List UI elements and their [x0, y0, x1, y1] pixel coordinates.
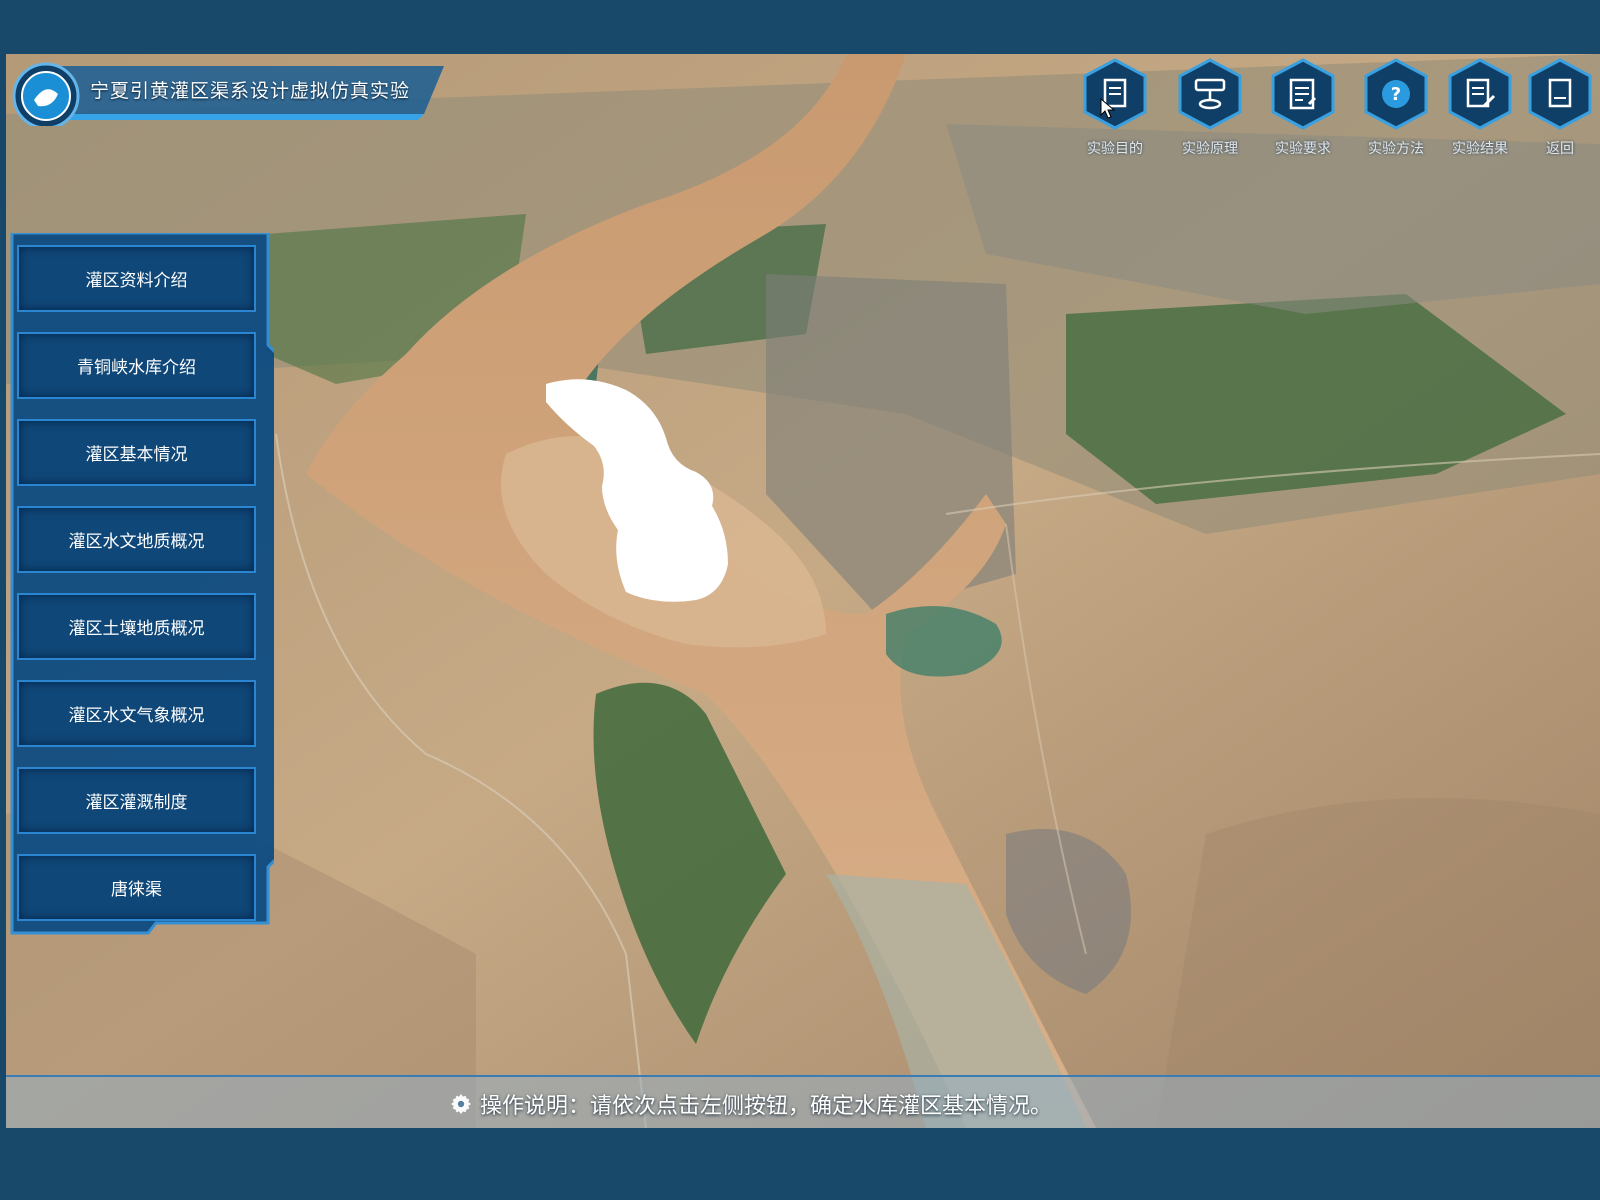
app-title: 宁夏引黄灌区渠系设计虚拟仿真实验 [90, 80, 411, 102]
bottom-frame [0, 1128, 1600, 1200]
sidebar-item-hydrogeology[interactable]: 灌区水文地质概况 [17, 506, 256, 573]
toolbar-label: 返回 [1546, 141, 1574, 157]
sidebar-item-tanglai-canal[interactable]: 唐徕渠 [17, 854, 256, 921]
sidebar-item-irrigation-schedule[interactable]: 灌区灌溉制度 [17, 767, 256, 834]
toolbar-item-requirements[interactable]: 实验要求 [1263, 56, 1343, 166]
toolbar-item-return[interactable]: 返回 [1520, 56, 1600, 166]
toolbar-item-results[interactable]: 实验结果 [1440, 56, 1520, 166]
toolbar-label: 实验要求 [1275, 141, 1331, 157]
gear-icon [450, 1093, 472, 1115]
sidebar-item-basic-info[interactable]: 灌区基本情况 [17, 419, 256, 486]
edit-icon [1448, 58, 1512, 130]
toolbar-item-method[interactable]: ? 实验方法 [1356, 56, 1436, 166]
diagram-icon [1178, 58, 1242, 130]
toolbar-label: 实验方法 [1368, 141, 1424, 157]
return-icon [1528, 58, 1592, 130]
toolbar-label: 实验目的 [1087, 141, 1143, 157]
help-icon: ? [1364, 58, 1428, 130]
toolbar-label: 实验原理 [1182, 141, 1238, 157]
svg-text:?: ? [1391, 84, 1401, 105]
instruction-text-wrap: 操作说明：请依次点击左侧按钮，确定水库灌区基本情况。 [450, 1088, 1052, 1120]
checklist-icon [1271, 58, 1335, 130]
toolbar-item-principle[interactable]: 实验原理 [1170, 56, 1250, 166]
sidebar-item-hydrometeorology[interactable]: 灌区水文气象概况 [17, 680, 256, 747]
mouse-cursor-icon [1100, 98, 1116, 119]
sidebar-item-irrigation-data[interactable]: 灌区资料介绍 [17, 245, 256, 312]
toolbar-label: 实验结果 [1452, 141, 1508, 157]
sidebar-item-qingtongxia-reservoir[interactable]: 青铜峡水库介绍 [17, 332, 256, 399]
top-frame [0, 0, 1600, 54]
instruction-text: 操作说明：请依次点击左侧按钮，确定水库灌区基本情况。 [480, 1094, 1053, 1119]
sidebar-item-soil-geology[interactable]: 灌区土壤地质概况 [17, 593, 256, 660]
